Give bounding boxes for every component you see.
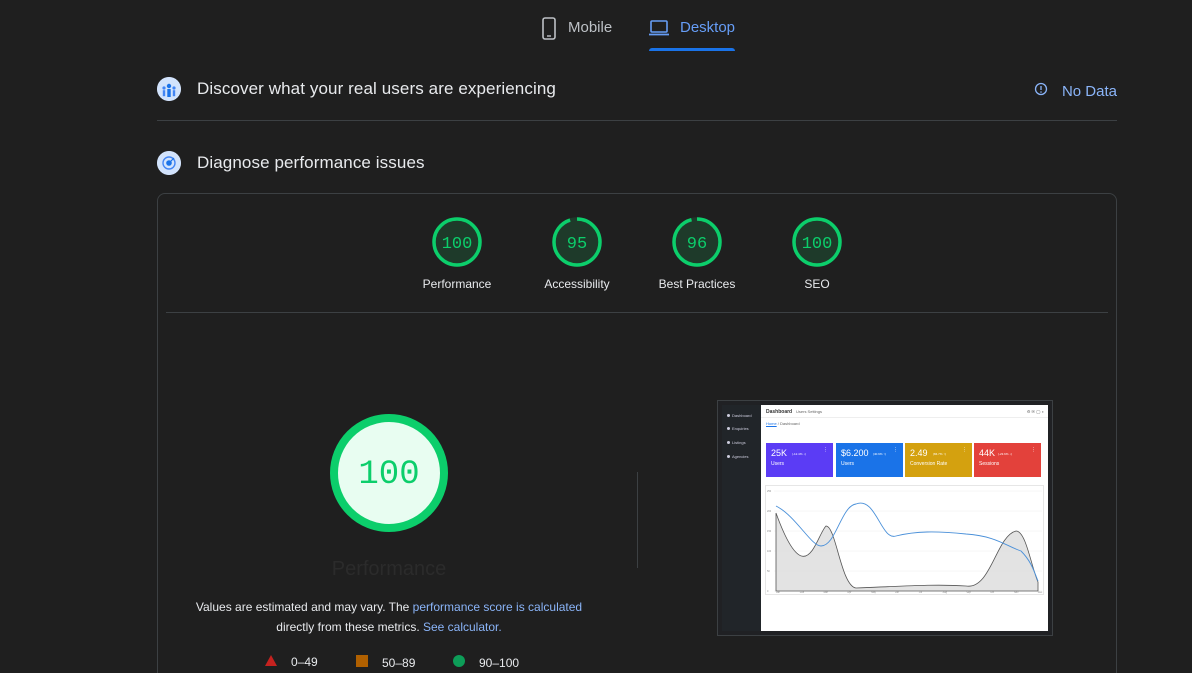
tab-desktop[interactable]: Desktop (648, 14, 735, 52)
chart-y-tick-label: 100 (767, 550, 772, 553)
lab-data-title: Diagnose performance issues (197, 153, 425, 172)
tab-mobile-label: Mobile (568, 19, 613, 36)
chart-x-tick-label: Oct (990, 591, 994, 594)
square-icon (356, 655, 368, 670)
no-data-label: No Data (1061, 82, 1117, 100)
screenshot-sidebar: Dashboard Enquiries Listings Agencies (722, 405, 761, 631)
gauge-accessibility[interactable]: 95 Accessibility (517, 216, 637, 291)
see-calculator-link[interactable]: See calculator. (423, 620, 502, 634)
gauge-seo-label: SEO (804, 277, 830, 291)
gauge-performance-label: Performance (422, 277, 492, 291)
screenshot-sidebar-item: Enquiries (727, 426, 749, 431)
gauge-seo-ring: 100 (792, 217, 842, 267)
laptop-icon (648, 19, 670, 42)
gauge-best-practices-ring: 96 (672, 217, 722, 267)
chart-x-tick-label: Jul (919, 591, 923, 594)
gauge-best-practices-score: 96 (687, 235, 707, 254)
gauge-performance[interactable]: 100 Performance (397, 216, 517, 291)
screenshot-toolbar-icons: ⚙ ✉ ◯ ◖ (1026, 409, 1044, 414)
tab-desktop-label: Desktop (680, 19, 736, 36)
legend-fail: 0–49 (265, 655, 318, 669)
chart-x-tick-label: Nov (1014, 591, 1019, 594)
chart-x-tick-label: Feb (800, 591, 805, 594)
no-data-link[interactable]: No Data (1034, 82, 1117, 100)
screenshot-sidebar-item: Listings (727, 440, 746, 445)
gauge-performance-ring: 100 (432, 217, 482, 267)
screenshot-sidebar-item: Agencies (727, 454, 748, 459)
screenshot-kpi-card: 25K (-12.4% ↓) Users ⋮ (766, 443, 833, 477)
legend-pass: 90–100 (453, 655, 519, 670)
screenshot-chart: Jan Feb Mar Apr May Jun Jul Aug Sep Oct Nov Dec 250… (765, 485, 1044, 595)
gauge-seo-score: 100 (802, 235, 833, 254)
estimate-note: Values are estimated and may vary. The p… (182, 597, 596, 637)
card-divider (166, 312, 1108, 313)
gauge-accessibility-ring: 95 (552, 217, 602, 267)
chart-x-tick-label: Mar (824, 591, 828, 594)
vertical-divider (637, 472, 638, 568)
screenshot-kpi-card: 2.49 (84.7% ↑) Conversion Rate ⋮ (905, 443, 972, 477)
chart-x-tick-label: Apr (847, 591, 851, 594)
gauge-accessibility-score: 95 (567, 235, 587, 254)
chart-x-tick-label: May (871, 591, 876, 594)
circle-icon (453, 655, 465, 670)
chart-x-tick-label: Aug (943, 591, 948, 594)
active-tab-indicator (649, 48, 735, 51)
screenshot-kpi-card: 44K (-23.6% ↓) Sessions ⋮ (974, 443, 1041, 477)
legend-average-range: 50–89 (382, 655, 416, 670)
chart-x-tick-label: Jun (895, 591, 900, 594)
screenshot-topbar: Dashboard Users Settings ⚙ ✉ ◯ ◖ (761, 405, 1048, 418)
lab-data-section: Diagnose performance issues (157, 150, 1117, 180)
field-data-icon (157, 77, 181, 101)
final-screenshot[interactable]: Dashboard Enquiries Listings Agencies Da… (717, 400, 1053, 636)
tab-mobile[interactable]: Mobile (540, 14, 612, 52)
score-legend: 0–49 50–89 90–100 (263, 655, 563, 673)
score-calculated-link[interactable]: performance score is calculated (413, 600, 582, 614)
gauge-performance-score: 100 (442, 235, 473, 254)
gauge-best-practices[interactable]: 96 Best Practices (637, 216, 757, 291)
chart-y-tick-label: 200 (767, 510, 772, 513)
info-icon (1034, 82, 1048, 100)
field-data-section: Discover what your real users are experi… (157, 76, 1117, 121)
screenshot-main: Dashboard Users Settings ⚙ ✉ ◯ ◖ Home / … (761, 405, 1048, 631)
chart-y-tick-label: 50 (767, 570, 770, 573)
chart-y-tick-label: 250 (767, 490, 772, 493)
device-tabs: Mobile Desktop (0, 0, 1192, 52)
legend-fail-range: 0–49 (291, 655, 318, 669)
performance-big-label: Performance (331, 558, 447, 580)
category-gauges: 100 Performance 95 Accessibility 96 Best… (423, 216, 843, 296)
gauge-best-practices-label: Best Practices (658, 277, 736, 291)
estimate-text-2: directly from these metrics. (276, 620, 423, 634)
chart-x-tick-label: Dec (1038, 591, 1043, 594)
performance-big-score: 100 (358, 456, 419, 494)
triangle-icon (265, 655, 277, 669)
field-data-title: Discover what your real users are experi… (197, 79, 556, 98)
legend-pass-range: 90–100 (479, 655, 520, 670)
chart-y-tick-label: 0 (767, 590, 769, 593)
screenshot-links: Users Settings (796, 409, 823, 414)
mobile-phone-icon (540, 17, 558, 46)
gauge-accessibility-label: Accessibility (544, 277, 610, 291)
screenshot-breadcrumb: Home / Dashboard (766, 421, 800, 426)
performance-big-gauge: 100 (329, 413, 449, 533)
gauge-seo[interactable]: 100 SEO (757, 216, 877, 291)
screenshot-kpi-card: $6.200 (40.9% ↑) Users ⋮ (836, 443, 903, 477)
screenshot-header: Dashboard (766, 409, 793, 415)
chart-x-tick-label: Jan (776, 591, 781, 594)
chart-x-tick-label: Sep (966, 591, 971, 594)
diagnose-icon (157, 151, 181, 175)
chart-y-tick-label: 150 (767, 530, 772, 533)
screenshot-sidebar-item: Dashboard (727, 413, 752, 418)
estimate-text-1: Values are estimated and may vary. The (195, 600, 413, 614)
screenshot-page: Dashboard Enquiries Listings Agencies Da… (722, 405, 1048, 631)
legend-average: 50–89 (356, 655, 415, 670)
